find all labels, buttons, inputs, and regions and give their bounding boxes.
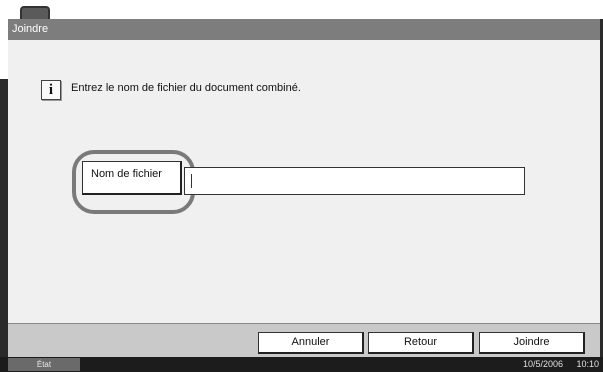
back-button[interactable]: Retour	[368, 332, 474, 354]
status-date: 10/5/2006	[522, 359, 563, 369]
instruction-message: Entrez le nom de fichier du document com…	[71, 82, 301, 94]
status-button[interactable]: État	[8, 358, 80, 371]
cancel-button[interactable]: Annuler	[258, 332, 364, 354]
content-area: i Entrez le nom de fichier du document c…	[8, 40, 600, 330]
window-title: Joindre	[8, 19, 600, 40]
bottom-bar: Annuler Retour Joindre	[8, 323, 600, 357]
filename-input[interactable]	[184, 167, 525, 195]
status-bar: État 10/5/2006 10:10	[0, 357, 603, 372]
info-icon: i	[41, 80, 61, 100]
status-time: 10:10	[576, 359, 599, 369]
filename-button[interactable]: Nom de fichier	[82, 161, 182, 195]
top-strip	[0, 0, 603, 19]
joindre-window: Joindre i Entrez le nom de fichier du do…	[8, 19, 600, 357]
join-button[interactable]: Joindre	[479, 332, 585, 354]
left-notch	[0, 19, 8, 79]
input-caret	[191, 174, 192, 188]
